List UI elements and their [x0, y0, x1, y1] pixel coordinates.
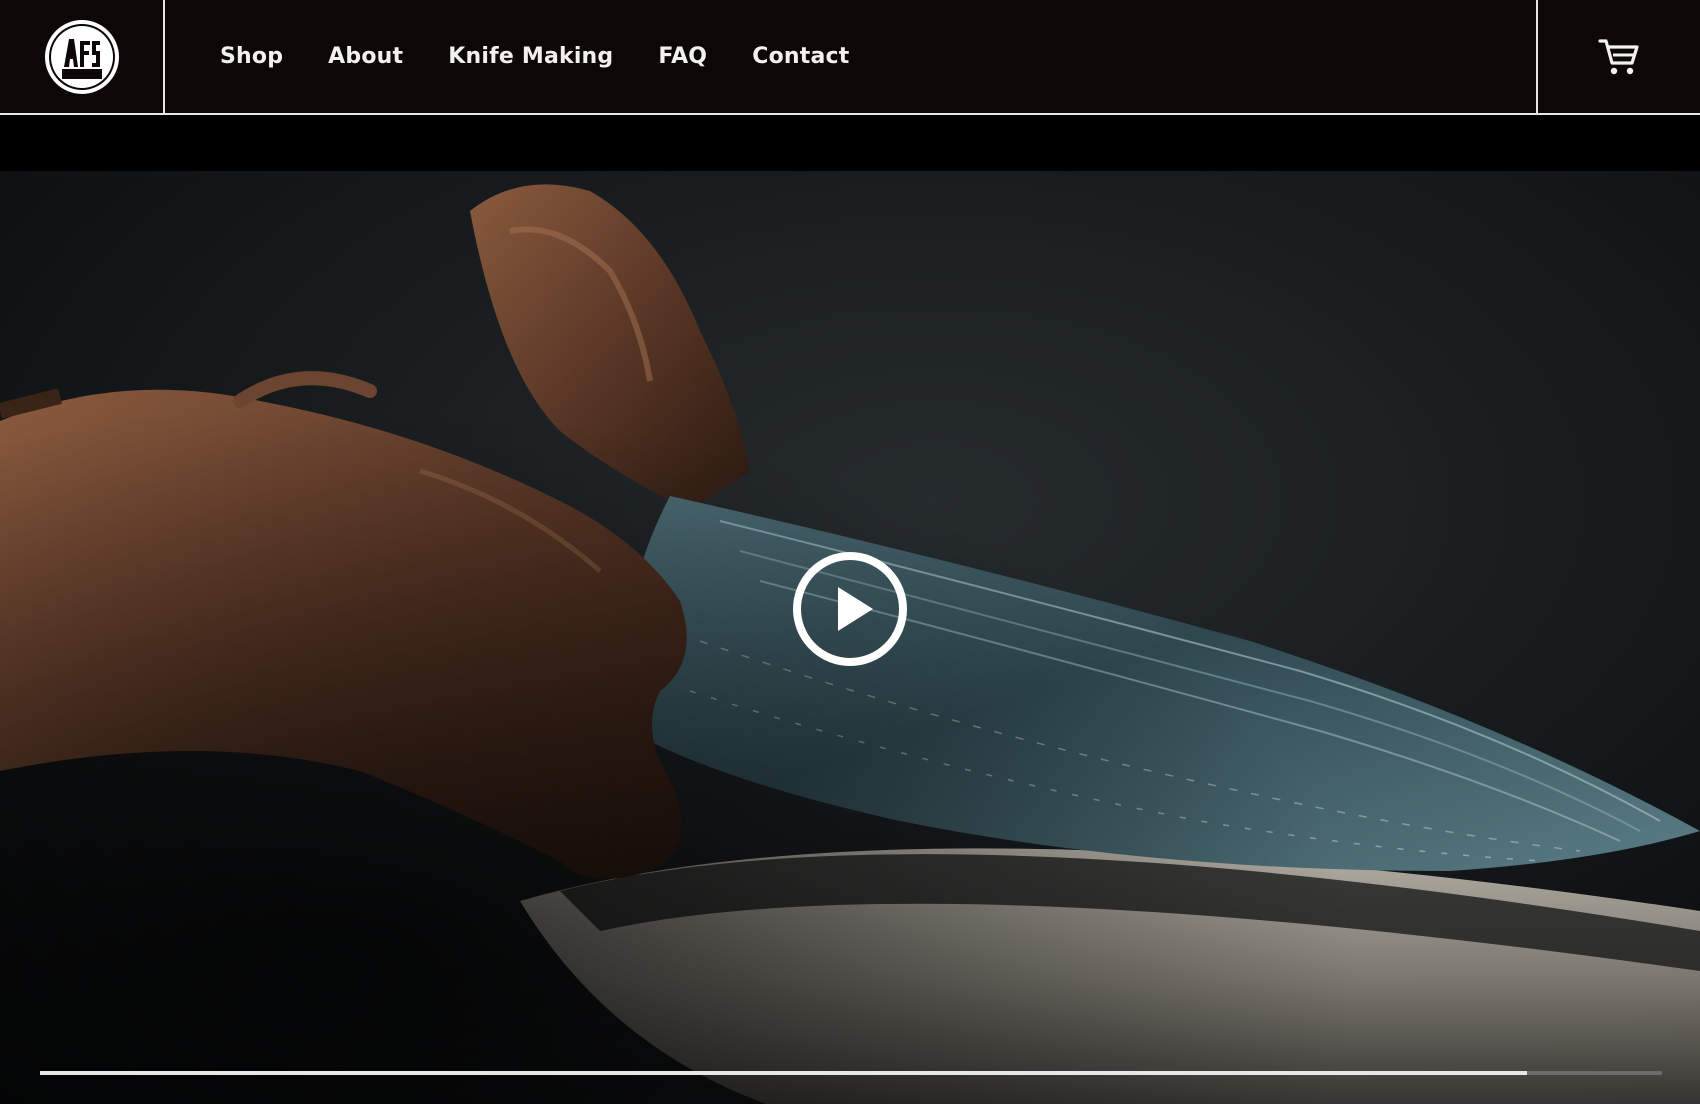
nav-link-about[interactable]: About: [328, 44, 403, 69]
logo-emblem-icon: [44, 19, 119, 94]
nav-link-contact[interactable]: Contact: [752, 44, 849, 69]
nav-link-shop[interactable]: Shop: [220, 44, 283, 69]
cart-button[interactable]: [1536, 0, 1700, 113]
main-nav: Shop About Knife Making FAQ Contact: [220, 0, 894, 113]
page-bottom-edge: [0, 1104, 1700, 1109]
video-letterbox: [0, 115, 1700, 171]
site-header: Shop About Knife Making FAQ Contact: [0, 0, 1700, 115]
video-progress-bar[interactable]: [40, 1071, 1662, 1075]
play-icon: [793, 552, 907, 666]
nav-link-faq[interactable]: FAQ: [658, 44, 707, 69]
hero-video[interactable]: [0, 115, 1700, 1109]
shopping-cart-icon: [1598, 38, 1639, 74]
nav-link-knife-making[interactable]: Knife Making: [448, 44, 613, 69]
video-progress-fill: [40, 1071, 1528, 1075]
play-button[interactable]: [791, 550, 909, 668]
logo-cell: [0, 0, 165, 113]
site-logo[interactable]: [42, 17, 122, 97]
